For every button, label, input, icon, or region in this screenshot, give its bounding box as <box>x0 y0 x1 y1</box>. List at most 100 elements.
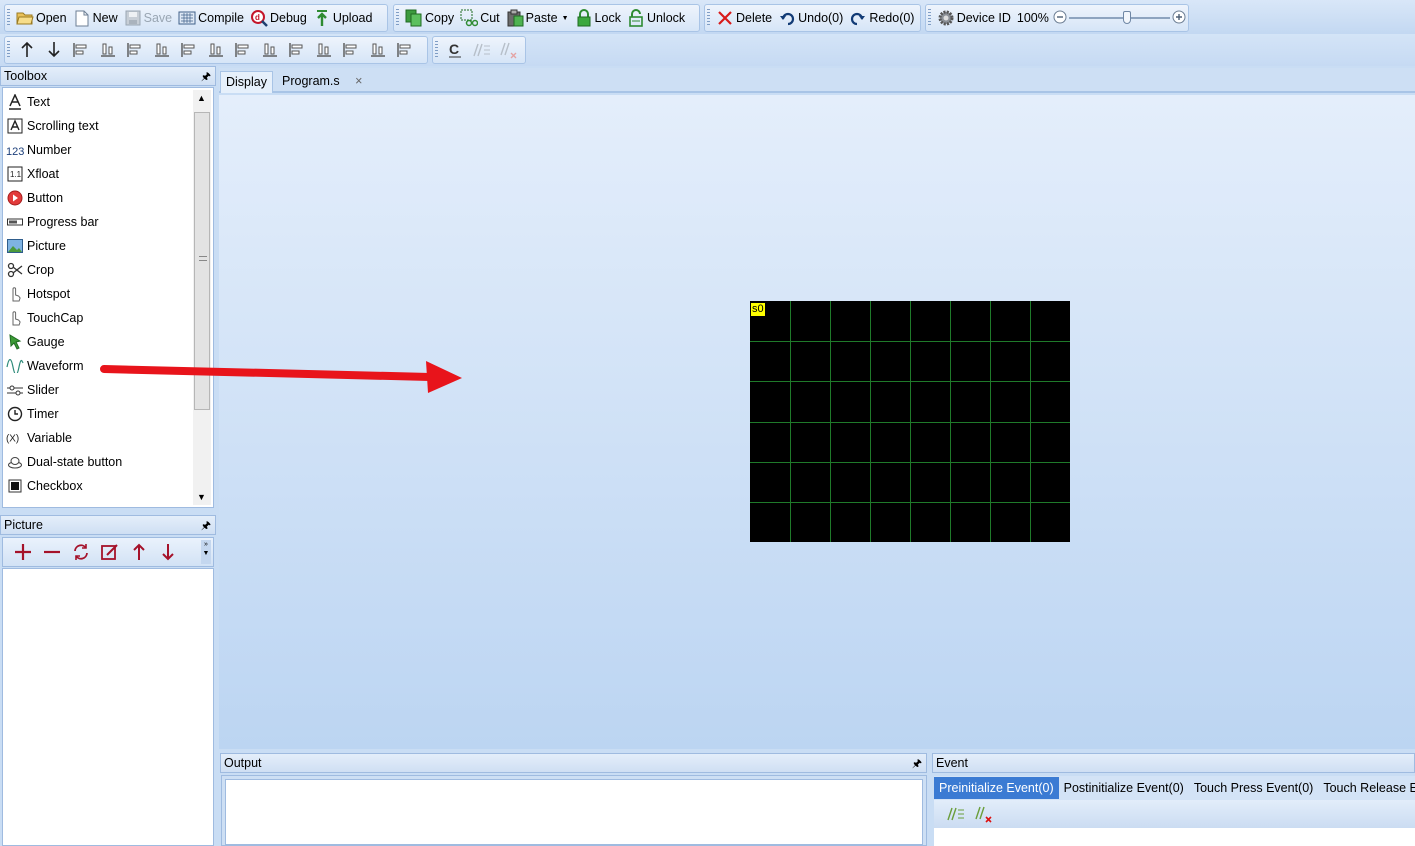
svg-text:123: 123 <box>6 146 24 157</box>
event-tabs: Preinitialize Event(0) Postinitialize Ev… <box>934 776 1415 800</box>
toolbox-item-timer[interactable]: Timer <box>6 402 58 426</box>
pin-icon[interactable]: 🖈 <box>912 755 922 773</box>
align-top-icon[interactable] <box>121 38 148 62</box>
move-up-icon[interactable] <box>13 38 40 62</box>
increase-h-spacing-icon[interactable] <box>283 38 310 62</box>
distribute-vertical-icon[interactable] <box>337 38 364 62</box>
tab-preinitialize-event[interactable]: Preinitialize Event(0) <box>934 777 1059 799</box>
toolbar-grip[interactable] <box>396 9 399 27</box>
add-icon[interactable] <box>8 540 37 564</box>
uncomment-lines-icon[interactable] <box>970 802 998 826</box>
toolbar-grip[interactable] <box>928 9 931 27</box>
align-bottom-icon[interactable] <box>148 38 175 62</box>
toolbox-item-label: Gauge <box>27 335 65 349</box>
toolbox-item-slider[interactable]: Slider <box>6 378 59 402</box>
output-text-area[interactable] <box>225 779 923 845</box>
fit-size-icon[interactable] <box>229 38 256 62</box>
tab-touch-release-label: Touch Release E <box>1323 781 1415 795</box>
zoom-out-icon[interactable] <box>1053 10 1067 27</box>
move-down-icon[interactable] <box>153 540 182 564</box>
toolbox-item-progress-bar[interactable]: Progress bar <box>6 210 99 234</box>
toolbox-item-waveform[interactable]: Waveform <box>6 354 84 378</box>
distribute-horizontal-icon[interactable] <box>256 38 283 62</box>
debug-label: Debug <box>269 11 307 25</box>
toolbar-grip[interactable] <box>707 9 710 27</box>
zoom-slider-track <box>1068 17 1170 19</box>
toolbox-item-number[interactable]: 123 Number <box>6 138 71 162</box>
tab-touch-press-event[interactable]: Touch Press Event(0) <box>1189 777 1319 799</box>
chevron-down-icon[interactable]: ▼ <box>562 15 569 22</box>
align-right-icon[interactable] <box>94 38 121 62</box>
scroll-up-icon[interactable]: ▲ <box>197 93 206 103</box>
toolbox-item-crop[interactable]: Crop <box>6 258 54 282</box>
save-button[interactable]: Save <box>121 6 176 30</box>
toolbox-item-scrolling-text[interactable]: Scrolling text <box>6 114 99 138</box>
tab-postinitialize-event[interactable]: Postinitialize Event(0) <box>1059 777 1189 799</box>
close-icon[interactable]: × <box>355 74 362 88</box>
tab-display[interactable]: Display <box>220 71 273 93</box>
undo-button[interactable]: Undo(0) <box>775 6 846 30</box>
decrease-h-spacing-icon[interactable] <box>310 38 337 62</box>
copy-button[interactable]: Copy <box>402 6 457 30</box>
cut-button[interactable]: Cut <box>457 6 502 30</box>
lock-button[interactable]: Lock <box>572 6 624 30</box>
comment-toolbar: C <box>432 36 526 64</box>
device-id-button[interactable]: Device ID <box>934 6 1014 30</box>
event-code-editor[interactable] <box>934 828 1415 846</box>
compile-button[interactable]: Compile <box>175 6 247 30</box>
edit-icon[interactable] <box>95 540 124 564</box>
uncomment-lines-icon[interactable] <box>496 38 523 62</box>
tab-touch-press-label: Touch Press Event(0) <box>1193 781 1314 795</box>
toolbox-item-gauge[interactable]: Gauge <box>6 330 65 354</box>
unlock-button[interactable]: Unlock <box>624 6 688 30</box>
move-down-icon[interactable] <box>40 38 67 62</box>
new-label: New <box>92 11 118 25</box>
toolbox-item-button[interactable]: Button <box>6 186 63 210</box>
align-left-icon[interactable] <box>67 38 94 62</box>
center-vertical-icon[interactable] <box>202 38 229 62</box>
picture-list[interactable] <box>2 568 214 846</box>
pin-icon[interactable]: 🖈 <box>201 68 211 86</box>
decrease-v-spacing-icon[interactable] <box>391 38 418 62</box>
toolbox-item-variable[interactable]: (X) Variable <box>6 426 72 450</box>
comment-lines-icon[interactable] <box>942 802 970 826</box>
toolbox-item-label: Number <box>27 143 72 157</box>
pin-icon[interactable]: 🖈 <box>201 517 211 535</box>
lock-icon <box>575 9 593 27</box>
toolbox-list: Checkbox Dual-state button (X) Variable Time… <box>2 87 214 508</box>
toolbox-item-hotspot[interactable]: Hotspot <box>6 282 70 306</box>
toolbar-grip[interactable] <box>7 41 10 59</box>
tab-program-label: Program.s <box>282 74 340 88</box>
move-up-icon[interactable] <box>124 540 153 564</box>
comment-lines-icon[interactable] <box>468 38 495 62</box>
upload-button[interactable]: Upload <box>310 6 376 30</box>
toolbox-item-dual-state-button[interactable]: Dual-state button <box>6 450 122 474</box>
toolbox-scrollbar[interactable]: ▲ ▼ <box>193 90 211 505</box>
waveform-component[interactable]: s0 <box>750 301 1070 542</box>
toolbox-item-xfloat[interactable]: 1.1 Xfloat <box>6 162 59 186</box>
tab-touch-release-event[interactable]: Touch Release E <box>1318 777 1415 799</box>
zoom-slider[interactable] <box>1068 10 1170 26</box>
increase-v-spacing-icon[interactable] <box>364 38 391 62</box>
debug-button[interactable]: d Debug <box>247 6 310 30</box>
overflow-chevron-icon[interactable]: » ▼ <box>201 540 211 564</box>
delete-button[interactable]: Delete <box>713 6 775 30</box>
zoom-slider-thumb[interactable] <box>1122 11 1131 24</box>
toolbox-item-picture[interactable]: Picture <box>6 234 66 258</box>
remove-icon[interactable] <box>37 540 66 564</box>
toolbox-item-text[interactable]: Text <box>6 90 50 114</box>
toolbox-item-touchcap[interactable]: TouchCap <box>6 306 83 330</box>
toolbox-item-checkbox[interactable]: Checkbox <box>6 474 83 498</box>
scroll-down-icon[interactable]: ▼ <box>197 492 206 502</box>
comment-c-icon[interactable]: C <box>441 38 468 62</box>
paste-button[interactable]: Paste ▼ <box>503 6 572 30</box>
replace-icon[interactable] <box>66 540 95 564</box>
zoom-in-icon[interactable] <box>1172 10 1186 27</box>
tab-program[interactable]: Program.s × <box>277 71 367 93</box>
center-horizontal-icon[interactable] <box>175 38 202 62</box>
new-button[interactable]: New <box>70 6 121 30</box>
toolbar-grip[interactable] <box>7 9 10 27</box>
open-button[interactable]: Open <box>13 6 70 30</box>
redo-button[interactable]: Redo(0) <box>846 6 917 30</box>
toolbar-grip[interactable] <box>435 41 438 59</box>
